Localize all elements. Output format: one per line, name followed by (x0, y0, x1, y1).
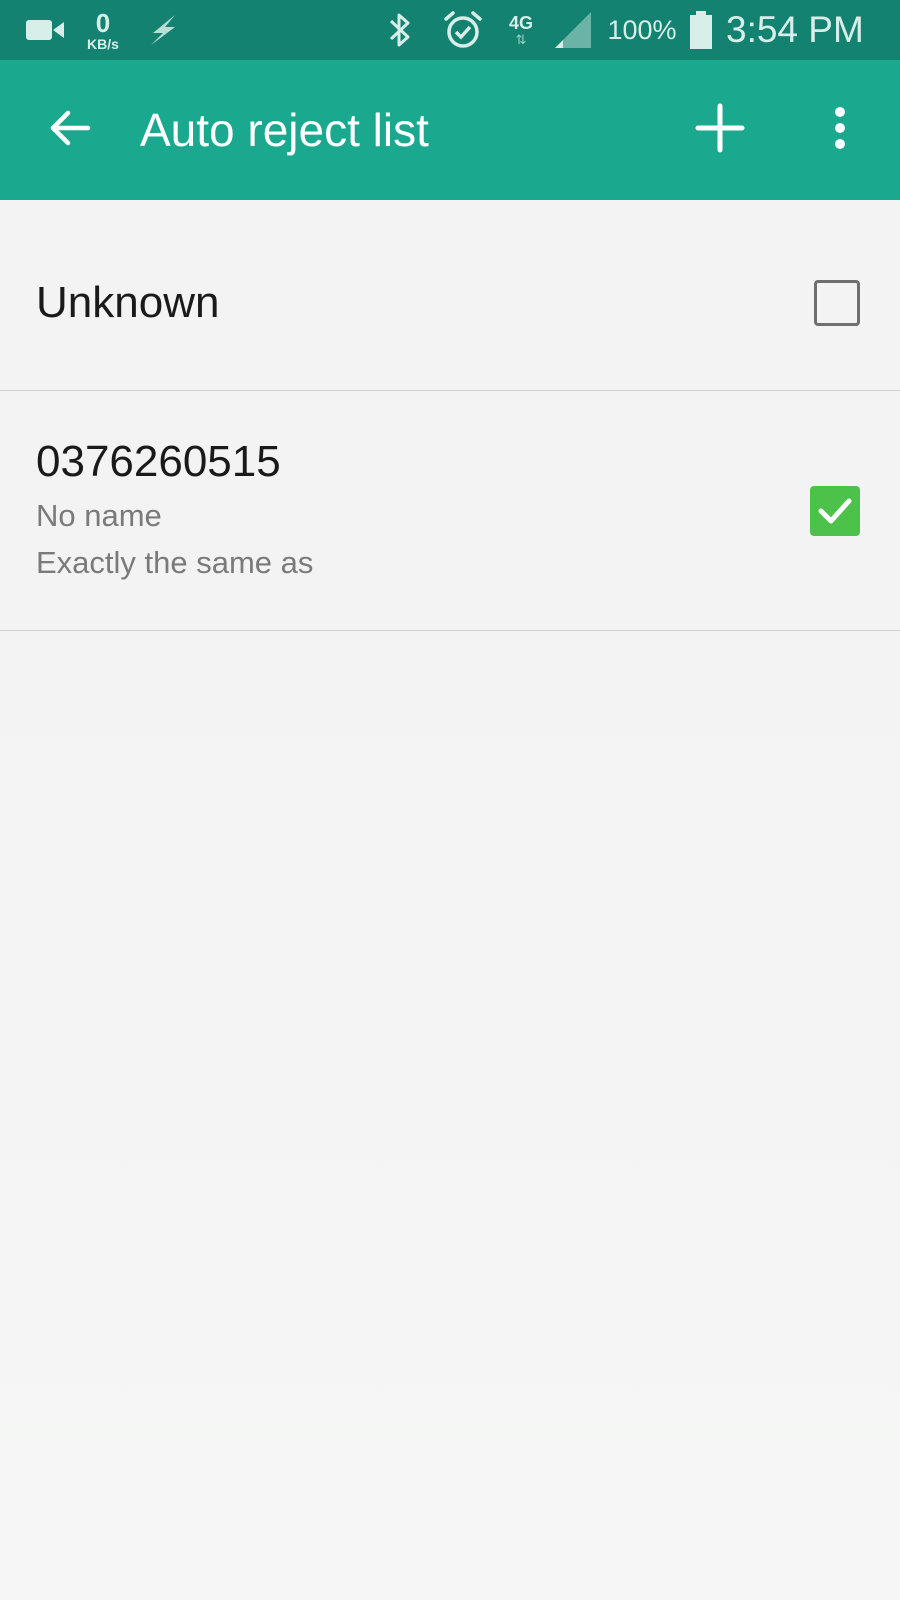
signal-icon (550, 0, 596, 60)
empty-list-area (0, 631, 900, 1600)
network-type: 4G ⇅ (502, 0, 540, 60)
more-options-button[interactable] (810, 90, 870, 170)
battery-icon (684, 0, 718, 60)
checkmark-icon (818, 498, 852, 524)
unknown-checkbox[interactable] (814, 280, 860, 326)
list-item-unknown[interactable]: Unknown (0, 200, 900, 391)
list-item-title: Unknown (36, 278, 220, 327)
back-button[interactable] (30, 90, 110, 170)
network-speed-value: 0 (95, 7, 111, 38)
video-icon (22, 0, 68, 60)
list-item-contact-name: No name (36, 498, 162, 533)
add-button[interactable] (680, 90, 760, 170)
app-bar: Auto reject list (0, 60, 900, 200)
list-item-number[interactable]: 0376260515 No name Exactly the same as (0, 391, 900, 631)
clock: 3:54 PM (726, 9, 864, 50)
network-speed-unit: KB/s (87, 35, 119, 52)
plus-icon (695, 103, 745, 158)
auto-reject-list: Unknown 0376260515 No name Exactly the s… (0, 200, 900, 631)
list-item-match-criteria: Exactly the same as (36, 545, 314, 580)
data-arrows-icon: ⇅ (515, 32, 527, 47)
network-speed: 0 KB/s (78, 0, 128, 60)
number-checkbox[interactable] (810, 486, 860, 536)
more-vert-icon (833, 106, 847, 155)
bluetooth-icon (380, 0, 420, 60)
status-bar: 0 KB/s 4G ⇅ 100% 3:54 PM (0, 0, 900, 60)
page-title: Auto reject list (140, 104, 429, 156)
alarm-icon (438, 0, 488, 60)
back-arrow-icon (48, 108, 92, 153)
list-item-title: 0376260515 (36, 437, 281, 486)
battery-percent: 100% (607, 14, 677, 45)
network-type-label: 4G (508, 13, 533, 33)
flash-icon (140, 0, 186, 60)
